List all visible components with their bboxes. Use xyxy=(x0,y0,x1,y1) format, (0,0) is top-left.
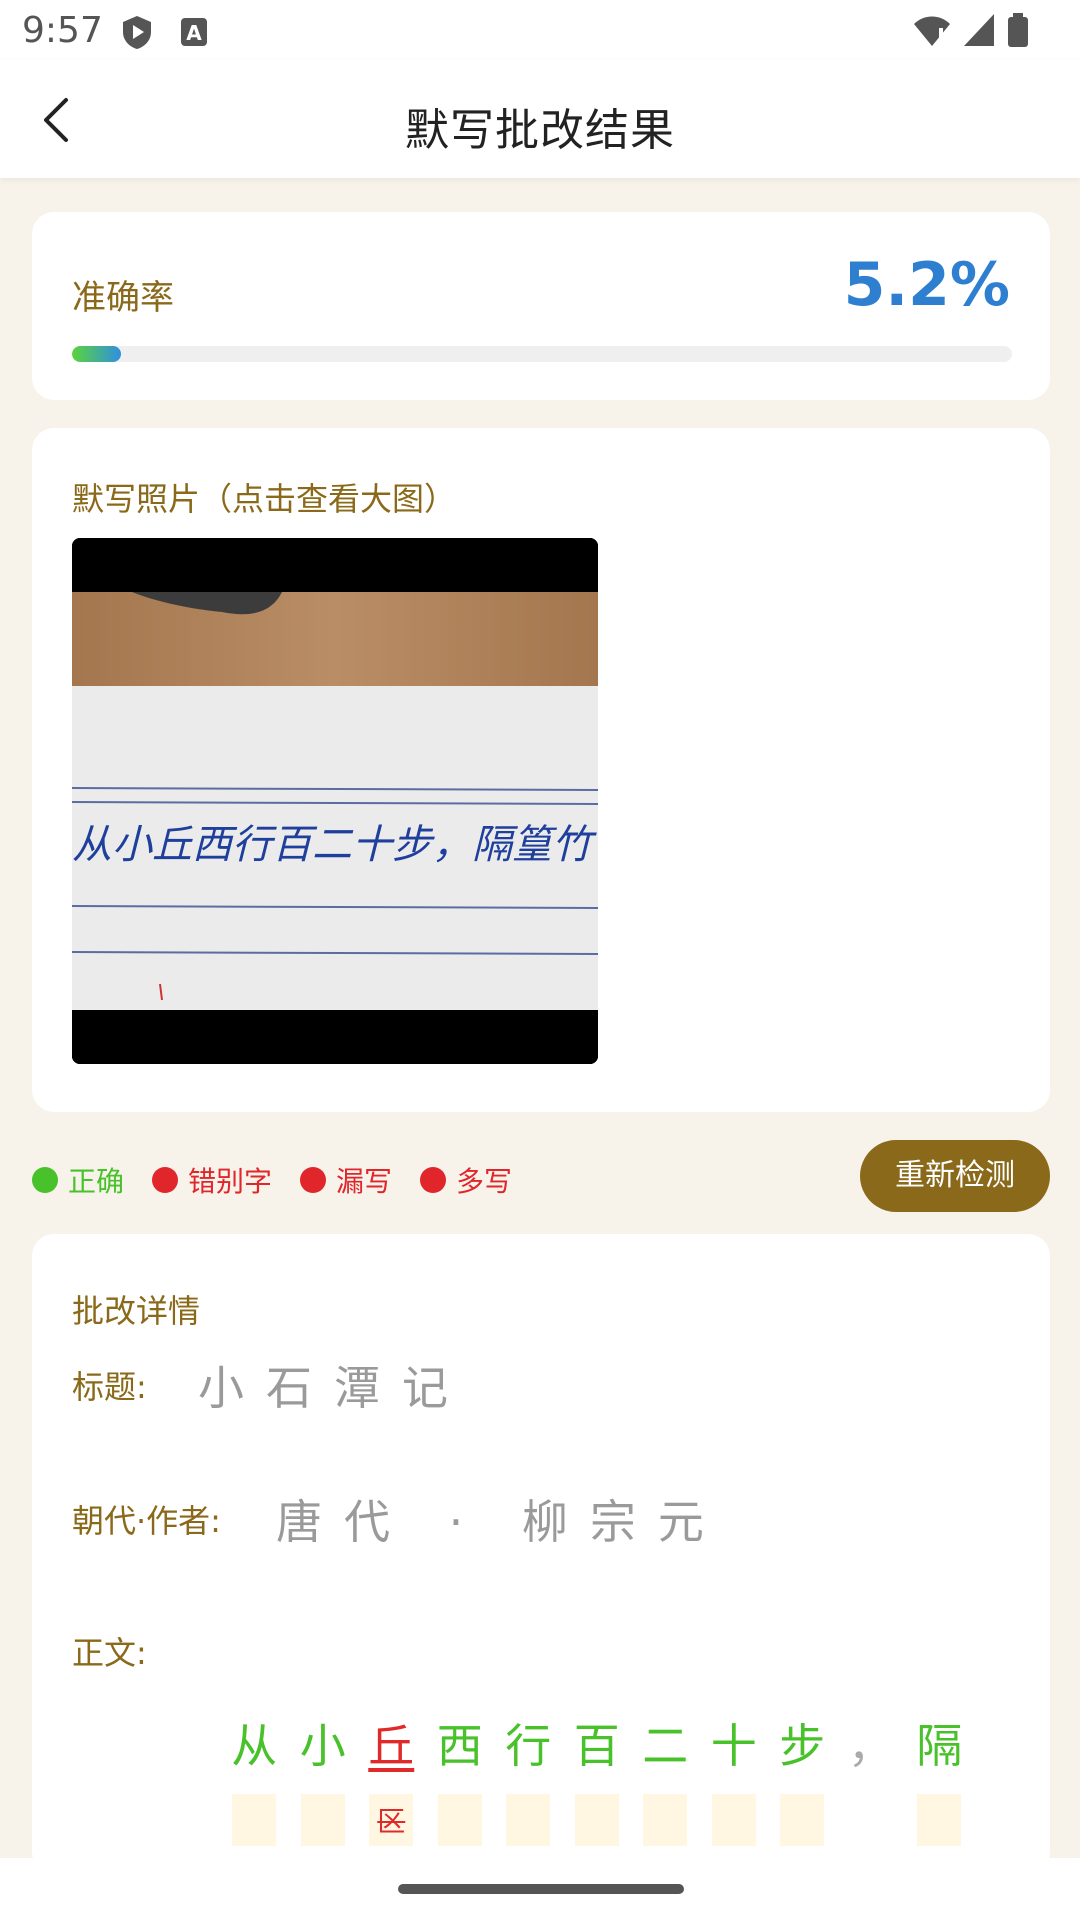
legend-dot-icon xyxy=(300,1167,327,1193)
body-char-box xyxy=(780,1794,825,1846)
wifi-icon xyxy=(914,16,950,46)
body-char: 步 xyxy=(779,1719,826,1773)
accuracy-card: 准确率 5.2% xyxy=(32,212,1050,400)
body-char-cell: 隔 xyxy=(905,1718,974,1846)
legend-item-correct: 正确 xyxy=(32,1160,124,1200)
battery-icon xyxy=(1008,13,1028,47)
body-char: 百 xyxy=(573,1719,620,1773)
app-bar: 默写批改结果 xyxy=(0,60,1080,178)
play-protect-icon xyxy=(123,16,151,49)
signal-icon xyxy=(964,14,994,46)
body-char-cell: 百 xyxy=(563,1718,632,1846)
legend-item-extra: 多写 xyxy=(420,1160,512,1200)
body-char-correction: 区 xyxy=(369,1794,414,1846)
body-char: 西 xyxy=(436,1719,483,1773)
body-char-box xyxy=(437,1794,482,1846)
legend-label: 多写 xyxy=(456,1165,513,1198)
accuracy-value: 5.2% xyxy=(843,250,1010,320)
legend-dot-icon xyxy=(420,1167,447,1193)
legend-dot-icon xyxy=(152,1167,179,1193)
body-char: 丘 xyxy=(368,1719,415,1773)
legend-label: 错别字 xyxy=(188,1165,273,1198)
legend-item-wrong-char: 错别字 xyxy=(152,1160,272,1200)
accuracy-progress-fill xyxy=(72,346,121,362)
body-char-cell: 十 xyxy=(700,1718,769,1846)
body-char: 隔 xyxy=(916,1719,963,1773)
legend-dot-icon xyxy=(32,1167,58,1193)
body-char: 二 xyxy=(642,1719,689,1773)
body-label: 正文: xyxy=(72,1634,147,1672)
body-char-cell: 小 xyxy=(289,1718,358,1846)
body-char-box xyxy=(711,1794,756,1846)
photo-handwriting: 从小丘西行百二十步，隔篁竹 xyxy=(72,822,597,868)
gesture-nav xyxy=(0,1858,1080,1920)
svg-text:A: A xyxy=(186,21,202,45)
body-char: 小 xyxy=(299,1719,346,1773)
page-title: 默写批改结果 xyxy=(405,105,675,156)
body-char-cell: 从 xyxy=(220,1718,289,1846)
body-char-box xyxy=(917,1794,962,1846)
body-char-cell: 步 xyxy=(768,1718,837,1846)
body-char-box xyxy=(300,1794,345,1846)
body-char-cell: 二 xyxy=(631,1718,700,1846)
body-char-written: 区 xyxy=(377,1805,406,1838)
body-char-cell: ， xyxy=(837,1718,906,1846)
photo-card: 默写照片（点击查看大图） 从小丘西行百二十步，隔篁竹 xyxy=(32,428,1050,1112)
detail-title: 批改详情 xyxy=(72,1292,201,1330)
dynasty-author-chars: 唐代 · 柳宗元 xyxy=(276,1495,726,1549)
legend-label: 漏写 xyxy=(336,1165,393,1198)
body-char: ， xyxy=(847,1719,894,1773)
title-label: 标题: xyxy=(72,1368,147,1406)
dictation-photo-image: 从小丘西行百二十步，隔篁竹 xyxy=(72,538,598,1064)
body-char: 从 xyxy=(231,1719,278,1773)
status-time: 9:57 xyxy=(22,10,103,51)
body-char-box xyxy=(574,1794,619,1846)
photo-title: 默写照片（点击查看大图） xyxy=(72,480,457,518)
recheck-button[interactable]: 重新检测 xyxy=(860,1140,1050,1212)
dictation-photo[interactable]: 从小丘西行百二十步，隔篁竹 xyxy=(72,538,598,1064)
a-icon: A xyxy=(181,18,207,46)
title-chars: 小石潭记 xyxy=(198,1361,470,1415)
body-char-cell: 西 xyxy=(426,1718,495,1846)
dynasty-author-label: 朝代·作者: xyxy=(72,1502,221,1540)
legend: 正确 错别字 漏写 多写 xyxy=(32,1160,512,1200)
accuracy-label: 准确率 xyxy=(72,278,174,318)
body-char: 十 xyxy=(710,1719,757,1773)
legend-label: 正确 xyxy=(68,1165,125,1198)
accuracy-progress-track xyxy=(72,346,1012,362)
body-char-box xyxy=(506,1794,551,1846)
body-char-cell: 丘区 xyxy=(357,1718,426,1846)
body-char-box xyxy=(643,1794,688,1846)
status-bar: 9:57 A xyxy=(0,0,1080,60)
body-char: 行 xyxy=(505,1719,552,1773)
detail-card: 批改详情 标题: 小石潭记 朝代·作者: 唐代 · 柳宗元 正文: 从小丘区西行… xyxy=(32,1234,1050,1874)
body-char-box xyxy=(232,1794,277,1846)
body-chars: 从小丘区西行百二十步 ， 隔 xyxy=(220,1718,974,1846)
body-char-cell: 行 xyxy=(494,1718,563,1846)
gesture-handle[interactable] xyxy=(398,1884,684,1894)
legend-item-missing: 漏写 xyxy=(300,1160,392,1200)
